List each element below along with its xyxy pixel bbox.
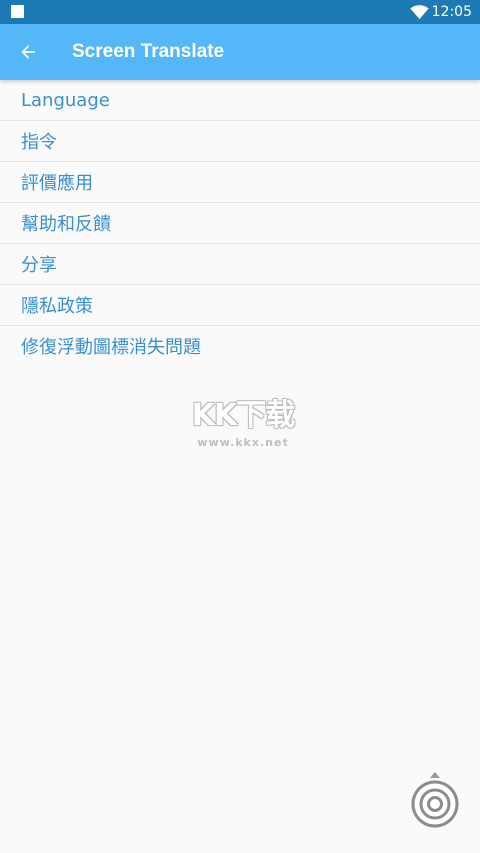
settings-menu: Language 指令 評價應用 幫助和反饋 分享 隱私政策 修復浮動圖標消失問… (0, 80, 480, 366)
status-bar: 12:05 (0, 0, 480, 24)
menu-item-language[interactable]: Language (0, 80, 480, 121)
target-icon (411, 772, 459, 828)
menu-item-commands[interactable]: 指令 (0, 121, 480, 162)
wifi-icon (410, 5, 429, 20)
watermark-url: www.kkx.net (197, 436, 289, 449)
menu-item-rate-app[interactable]: 評價應用 (0, 162, 480, 203)
app-bar: Screen Translate (0, 24, 480, 80)
notification-square-icon (11, 5, 24, 18)
floating-translate-button[interactable] (410, 770, 460, 830)
watermark-logo: KK下载 (191, 398, 296, 433)
watermark: KK下载 www.kkx.net (183, 398, 303, 450)
menu-item-help-feedback[interactable]: 幫助和反饋 (0, 203, 480, 244)
menu-item-fix-floating-icon[interactable]: 修復浮動圖標消失問題 (0, 326, 480, 366)
arrow-left-icon (21, 45, 35, 59)
menu-item-privacy-policy[interactable]: 隱私政策 (0, 285, 480, 326)
back-button[interactable] (8, 32, 48, 72)
menu-item-share[interactable]: 分享 (0, 244, 480, 285)
status-clock: 12:05 (431, 4, 472, 20)
app-title: Screen Translate (72, 41, 225, 62)
